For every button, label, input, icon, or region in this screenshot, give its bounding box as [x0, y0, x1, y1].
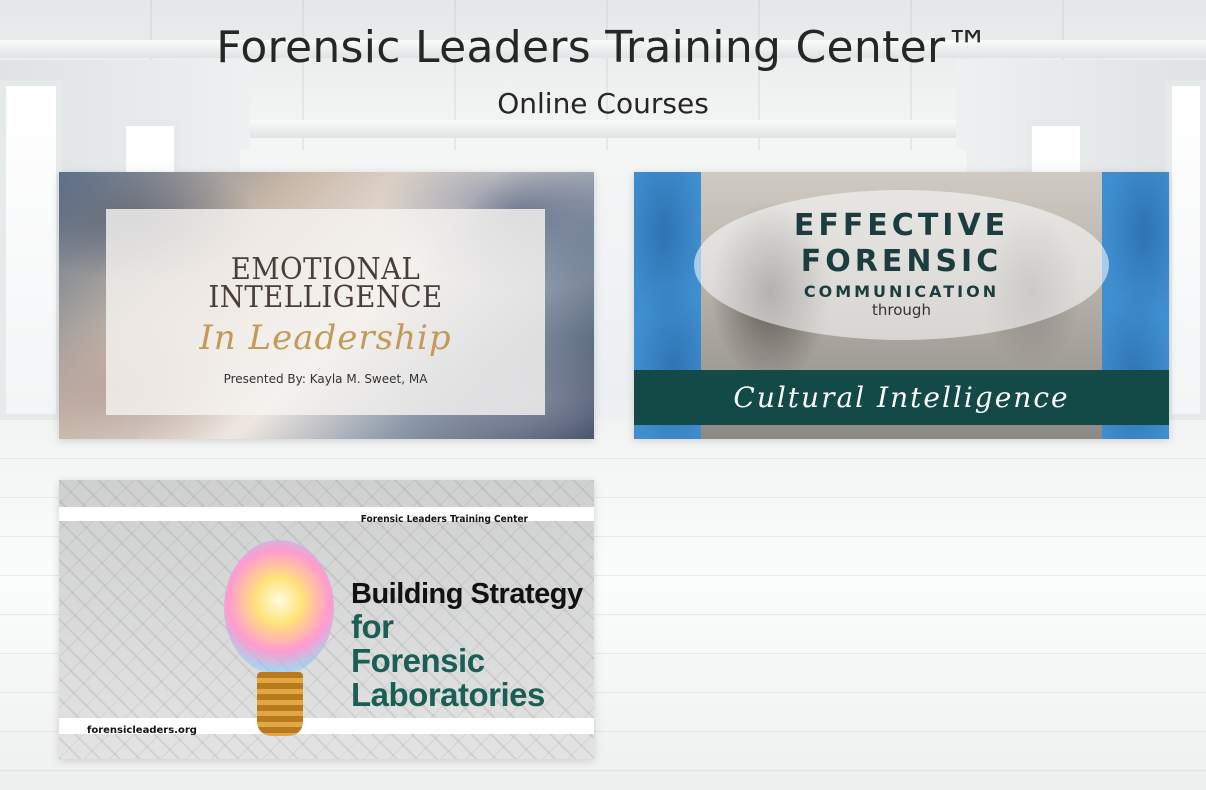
top-band: Forensic Leaders Training Center: [59, 507, 594, 525]
course-title-line: EFFECTIVE: [793, 208, 1010, 243]
page-title: Forensic Leaders Training Center™: [216, 22, 990, 73]
window-right: [1166, 80, 1206, 420]
course-tagline: Cultural Intelligence: [733, 381, 1070, 414]
course-title-block: EFFECTIVE FORENSIC COMMUNICATION through: [634, 208, 1169, 319]
course-title-block: Building Strategy for Forensic Laborator…: [351, 578, 591, 712]
course-title-line: through: [872, 301, 931, 319]
course-title-line: Laboratories: [351, 676, 545, 713]
course-title-line: FORENSIC: [800, 244, 1003, 279]
window-left: [0, 80, 62, 420]
lightbulb-base: [257, 672, 303, 736]
course-title-line: for: [351, 608, 394, 645]
site-url: forensicleaders.org: [87, 725, 197, 736]
brand-label: Forensic Leaders Training Center: [360, 514, 528, 525]
course-banner: EMOTIONAL INTELLIGENCE In Leadership Pre…: [106, 209, 545, 415]
course-title-line: COMMUNICATION: [803, 282, 1000, 301]
course-tagline: In Leadership: [199, 318, 452, 358]
course-band: Cultural Intelligence: [634, 370, 1169, 425]
bottom-band: forensicleaders.org: [59, 718, 594, 736]
course-title-line: Forensic: [351, 642, 485, 679]
course-card-emotional-intelligence[interactable]: EMOTIONAL INTELLIGENCE In Leadership Pre…: [59, 172, 594, 439]
course-presenter: Presented By: Kayla M. Sweet, MA: [223, 372, 428, 386]
lightbulb-icon: [224, 540, 334, 675]
page-header: Forensic Leaders Training Center™ Online…: [0, 0, 1206, 120]
page-subtitle: Online Courses: [497, 87, 709, 120]
course-title: EMOTIONAL INTELLIGENCE: [208, 252, 443, 315]
course-title-line: Building Strategy: [351, 578, 583, 610]
course-card-forensic-communication[interactable]: EFFECTIVE FORENSIC COMMUNICATION through…: [634, 172, 1169, 439]
course-card-building-strategy[interactable]: Forensic Leaders Training Center forensi…: [59, 480, 594, 759]
